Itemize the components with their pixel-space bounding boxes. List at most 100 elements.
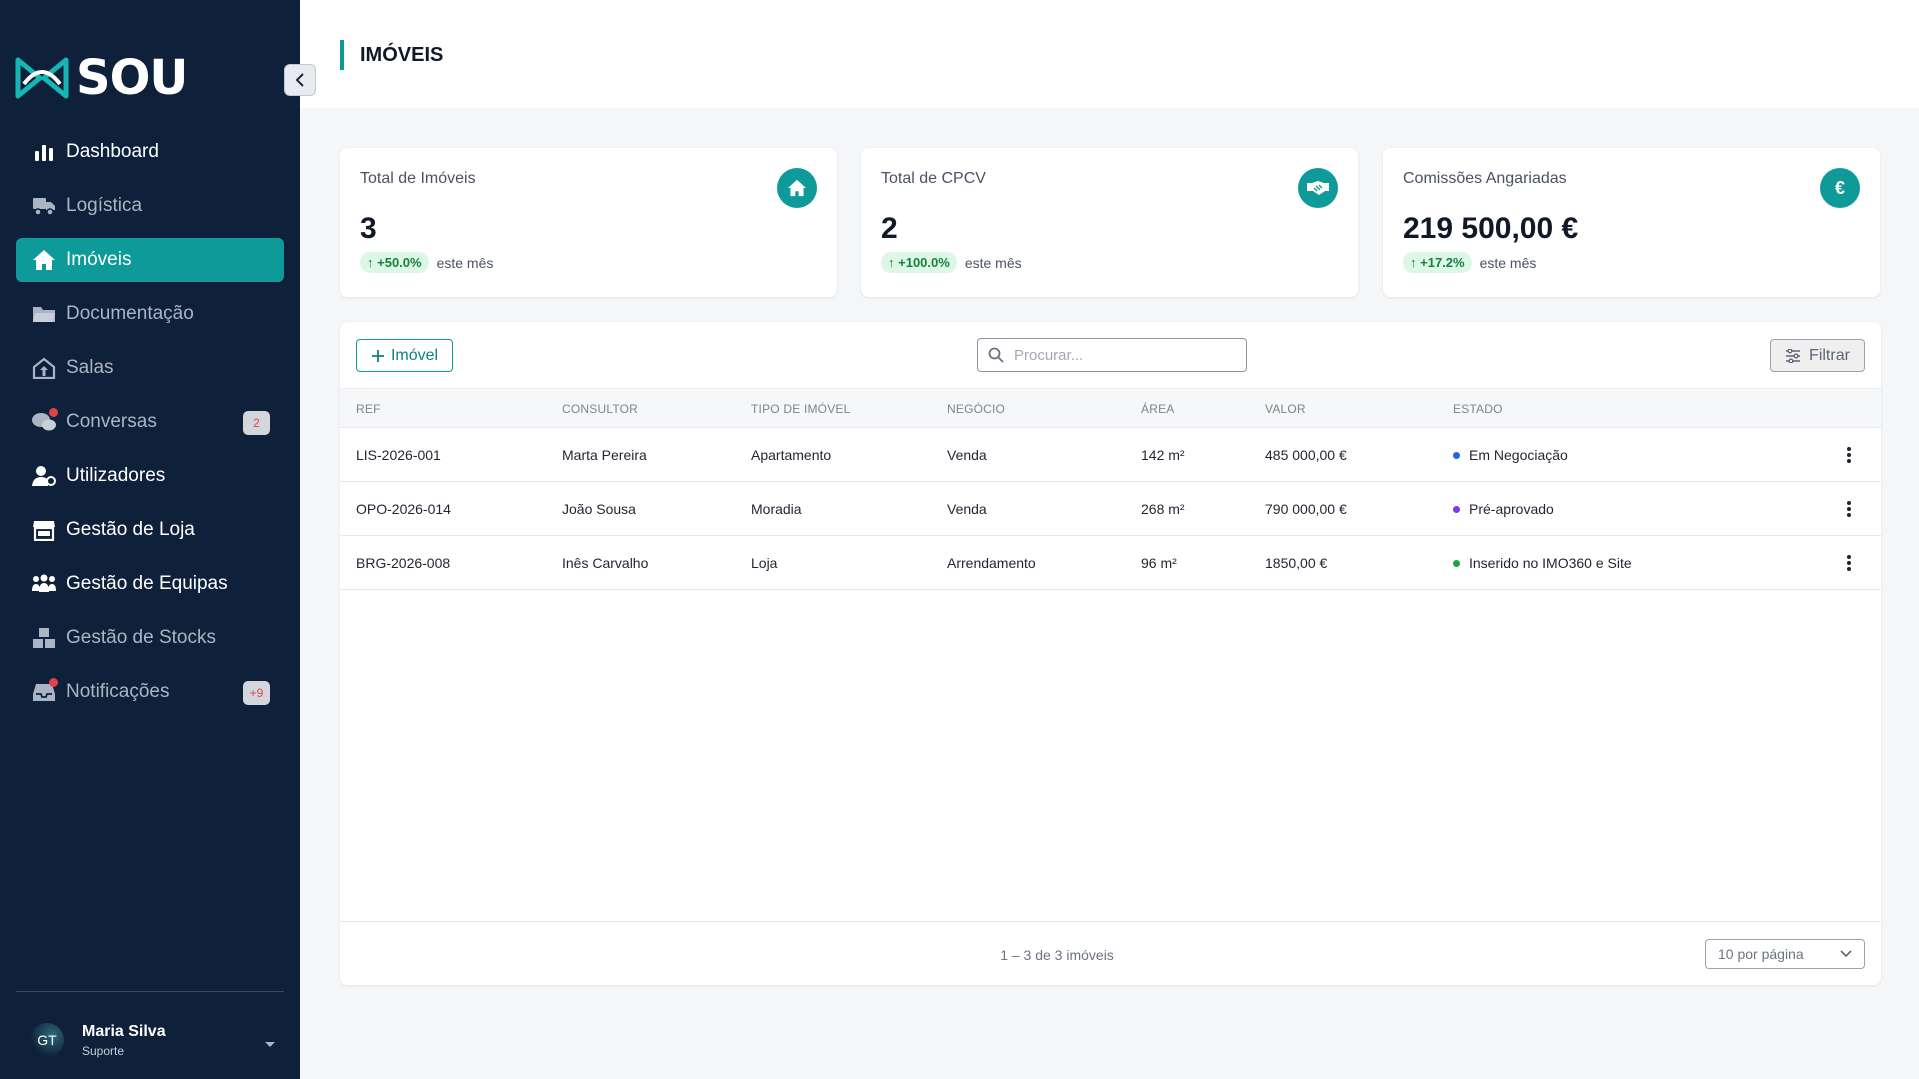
search-icon [988,347,1004,363]
chat-icon [30,408,58,434]
column-header-estado[interactable]: ESTADO [1453,389,1503,429]
cell-ref: BRG-2026-008 [356,555,451,571]
column-header-valor[interactable]: VALOR [1265,389,1306,429]
logo[interactable]: SOU [14,50,188,106]
sidebar-item-documentacao[interactable]: Documentação [16,292,284,336]
cell-consultor: Marta Pereira [562,447,647,463]
avatar: GT [30,1023,64,1057]
sidebar: SOU Dashboard Logística Imóveis Document… [0,0,300,1079]
table-footer-divider [340,921,1881,922]
add-imovel-button[interactable]: Imóvel [356,339,453,372]
status-dot [1453,506,1460,513]
cell-estado: Inserido no IMO360 e Site [1453,536,1632,590]
home-icon [777,168,817,208]
properties-table-panel: Imóvel Filtrar REF CONSULTOR TIPO DE IMÓ… [340,322,1881,985]
column-header-ref[interactable]: REF [356,389,381,429]
delta-value: +100.0% [898,255,950,270]
user-role: Suporte [82,1043,125,1058]
cell-valor: 790 000,00 € [1265,501,1347,517]
stat-card-total-cpcv: Total de CPCV 2 ↑ +100.0% este mês [861,148,1358,297]
sidebar-item-logistica[interactable]: Logística [16,184,284,228]
column-header-negocio[interactable]: NEGÓCIO [947,389,1005,429]
cell-tipo: Moradia [751,501,802,517]
logo-text: SOU [76,50,188,106]
sidebar-divider [16,991,284,992]
chevron-left-icon [295,73,304,87]
stat-value: 3 [360,212,377,245]
user-menu[interactable]: GT Maria Silva Suporte [30,1018,284,1062]
search-box[interactable] [977,338,1247,372]
status-dot [1453,452,1460,459]
status-label: Em Negociação [1469,447,1568,463]
filter-button[interactable]: Filtrar [1770,339,1865,372]
sidebar-item-label: Conversas [66,411,157,432]
unread-dot [49,408,58,417]
sidebar-item-label: Imóveis [66,249,132,270]
column-header-tipo[interactable]: TIPO DE IMÓVEL [751,389,851,429]
cell-estado: Em Negociação [1453,428,1568,482]
stat-label: Total de Imóveis [360,170,476,187]
status-label: Pré-aprovado [1469,501,1554,517]
more-vertical-icon[interactable] [1845,445,1853,465]
pagination-summary: 1 – 3 de 3 imóveis [1000,947,1114,963]
sidebar-item-salas[interactable]: Salas [16,346,284,390]
delta-note: este mês [1479,254,1537,271]
cell-area: 96 m² [1141,555,1177,571]
column-header-consultor[interactable]: CONSULTOR [562,389,638,429]
sidebar-item-gestao-loja[interactable]: Gestão de Loja [16,508,284,552]
stat-label: Comissões Angariadas [1403,170,1567,187]
page-header: IMÓVEIS [300,0,1919,108]
unread-dot [49,678,58,687]
sidebar-item-dashboard[interactable]: Dashboard [16,130,284,174]
stat-card-total-imoveis: Total de Imóveis 3 ↑ +50.0% este mês [340,148,837,297]
sidebar-item-label: Gestão de Equipas [66,573,228,594]
cell-consultor: João Sousa [562,501,636,517]
cell-valor: 485 000,00 € [1265,447,1347,463]
sidebar-item-label: Logística [66,195,143,216]
stat-value: 2 [881,212,898,245]
stat-delta: ↑ +50.0% este mês [360,252,493,273]
more-vertical-icon[interactable] [1845,499,1853,519]
add-imovel-label: Imóvel [390,346,439,364]
handshake-icon [1298,168,1338,208]
cell-estado: Pré-aprovado [1453,482,1554,536]
folder-icon [30,302,58,326]
more-vertical-icon[interactable] [1845,553,1853,573]
search-input[interactable] [1014,346,1234,364]
user-name: Maria Silva [82,1022,166,1040]
sidebar-item-label: Gestão de Loja [66,519,195,540]
per-page-select[interactable]: 10 por página [1705,939,1865,969]
sidebar-item-gestao-stocks[interactable]: Gestão de Stocks [16,616,284,660]
stat-delta: ↑ +100.0% este mês [881,252,1022,273]
table-row[interactable]: BRG-2026-008 Inês Carvalho Loja Arrendam… [340,536,1881,590]
collapse-sidebar-button[interactable] [284,64,316,96]
sidebar-item-label: Notificações [66,681,170,702]
stat-delta: ↑ +17.2% este mês [1403,252,1536,273]
cell-negocio: Venda [947,501,987,517]
room-icon [30,356,58,380]
cell-valor: 1850,00 € [1265,555,1328,571]
delta-value: +50.0% [377,255,422,270]
sidebar-item-utilizadores[interactable]: Utilizadores [16,454,284,498]
cell-negocio: Venda [947,447,987,463]
sidebar-item-label: Salas [66,357,114,378]
caret-down-icon[interactable] [264,1036,276,1054]
store-icon [30,518,58,542]
count-badge: +9 [243,681,270,705]
user-info: Maria Silva Suporte [82,1023,166,1058]
sidebar-item-notificacoes[interactable]: Notificações +9 [16,670,284,714]
cell-ref: OPO-2026-014 [356,501,451,517]
sidebar-item-gestao-equipas[interactable]: Gestão de Equipas [16,562,284,606]
table-row[interactable]: LIS-2026-001 Marta Pereira Apartamento V… [340,428,1881,482]
sidebar-nav: Dashboard Logística Imóveis Documentação… [16,130,284,724]
table-row[interactable]: OPO-2026-014 João Sousa Moradia Venda 26… [340,482,1881,536]
sidebar-item-label: Utilizadores [66,465,166,486]
delta-badge: ↑ +17.2% [1403,252,1472,273]
chevron-down-icon [1840,950,1852,958]
sidebar-item-conversas[interactable]: Conversas 2 [16,400,284,444]
bar-chart-icon [30,140,58,164]
sidebar-item-imoveis[interactable]: Imóveis [16,238,284,282]
cell-tipo: Apartamento [751,447,832,463]
cell-area: 142 m² [1141,447,1185,463]
column-header-area[interactable]: ÁREA [1141,389,1174,429]
